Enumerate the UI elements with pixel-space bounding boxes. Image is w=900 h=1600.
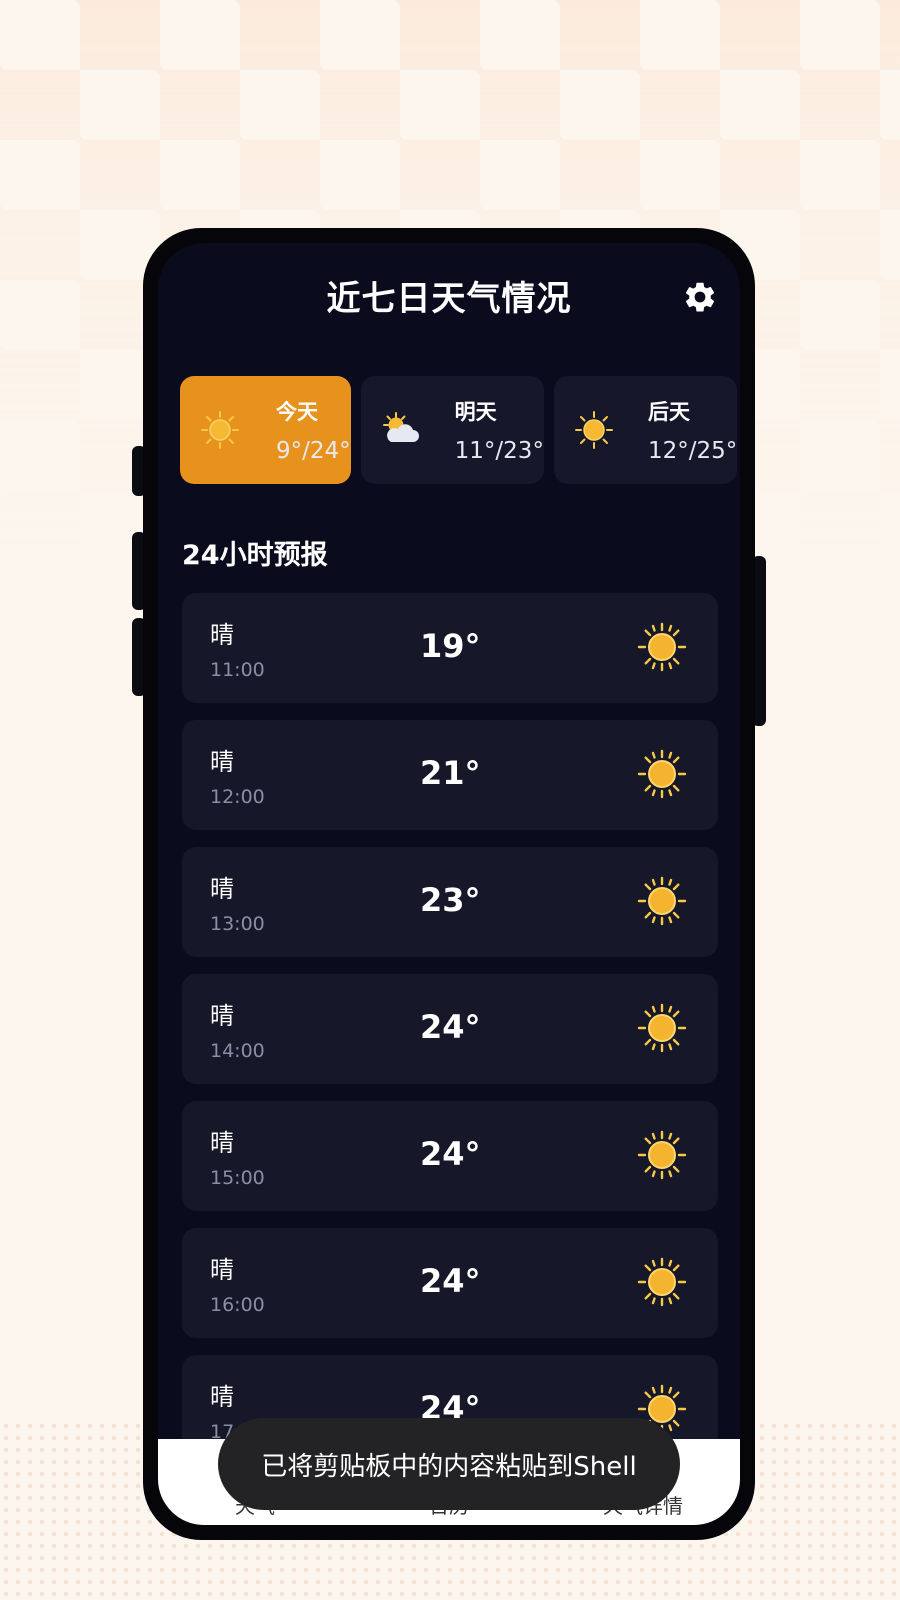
hour-condition: 晴: [210, 621, 234, 649]
hour-condition: 晴: [210, 1383, 234, 1411]
sun-icon: [636, 875, 688, 927]
hourly-forecast-row[interactable]: 晴 15:00 24°: [182, 1101, 718, 1211]
clipboard-toast: 已将剪贴板中的内容粘贴到Shell: [218, 1418, 680, 1510]
day-temp-range: 12°/25°: [647, 438, 738, 464]
hourly-forecast-list[interactable]: 晴 11:00 19° 晴 12:00 21° 晴 13:00 23° 晴 14:00 24° 晴 15:…: [182, 593, 718, 1482]
app-header: 近七日天气情况: [158, 265, 740, 325]
sun-icon: [636, 1256, 688, 1308]
sun-icon: [201, 411, 239, 449]
day-temp-range: 9°/24°: [276, 438, 351, 464]
hourly-forecast-row[interactable]: 晴 16:00 24°: [182, 1228, 718, 1338]
hour-time: 13:00: [210, 913, 265, 935]
hour-condition: 晴: [210, 875, 234, 903]
hour-time: 15:00: [210, 1167, 265, 1189]
day-card-day-after[interactable]: 后天 12°/25°: [553, 376, 738, 484]
hour-condition: 晴: [210, 748, 234, 776]
hour-condition: 晴: [210, 1256, 234, 1284]
day-label: 今天: [276, 400, 318, 424]
forecast-title: 24小时预报: [182, 540, 328, 571]
day-card-tomorrow[interactable]: 明天 11°/23°: [360, 376, 544, 484]
hourly-forecast-row[interactable]: 晴 13:00 23°: [182, 847, 718, 957]
day-label: 后天: [647, 400, 690, 424]
day-temp-range: 11°/23°: [454, 438, 544, 464]
partly-cloudy-icon: [382, 412, 419, 442]
hour-temperature: 19°: [420, 627, 481, 665]
hour-condition: 晴: [210, 1002, 234, 1030]
hour-time: 16:00: [210, 1294, 265, 1316]
day-card-today[interactable]: 今天 9°/24°: [180, 376, 351, 484]
hour-temperature: 21°: [420, 754, 481, 792]
app-screen: 近七日天气情况 今天 9°/24° 明天 11°/23° 后天 12°/25° …: [158, 243, 740, 1525]
hour-temperature: 23°: [420, 881, 481, 919]
sun-icon: [636, 1002, 688, 1054]
hour-temperature: 24°: [420, 1262, 481, 1300]
hourly-forecast-row[interactable]: 晴 14:00 24°: [182, 974, 718, 1084]
hour-time: 11:00: [210, 659, 265, 681]
sun-icon: [636, 748, 688, 800]
gear-icon[interactable]: [680, 277, 720, 317]
sun-icon: [636, 621, 688, 673]
page-title: 近七日天气情况: [326, 278, 572, 319]
hourly-forecast-row[interactable]: 晴 12:00 21°: [182, 720, 718, 830]
hour-time: 14:00: [210, 1040, 265, 1062]
hour-condition: 晴: [210, 1129, 234, 1157]
seven-day-strip[interactable]: 今天 9°/24° 明天 11°/23° 后天 12°/25°: [180, 376, 740, 486]
hour-temperature: 24°: [420, 1008, 481, 1046]
day-label: 明天: [454, 400, 497, 424]
sun-icon: [636, 1129, 688, 1181]
sun-icon: [574, 411, 613, 449]
hour-time: 12:00: [210, 786, 265, 808]
hour-temperature: 24°: [420, 1135, 481, 1173]
hourly-forecast-row[interactable]: 晴 11:00 19°: [182, 593, 718, 703]
